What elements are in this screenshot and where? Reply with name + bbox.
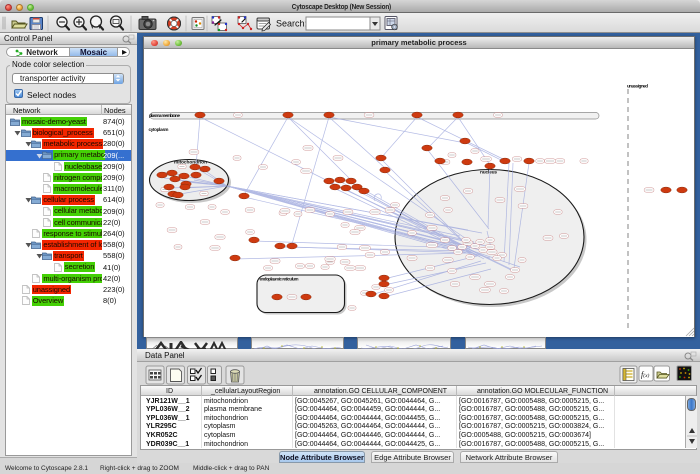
svg-text:endoplasmic reticulum: endoplasmic reticulum <box>260 277 299 282</box>
svg-text:unassigned: unassigned <box>627 84 648 89</box>
svg-text:cytoplasm: cytoplasm <box>149 127 169 132</box>
svg-text:nucleus: nucleus <box>480 170 497 176</box>
svg-text:plasma membrane: plasma membrane <box>149 113 180 118</box>
svg-text:Search:: Search: <box>276 19 307 29</box>
